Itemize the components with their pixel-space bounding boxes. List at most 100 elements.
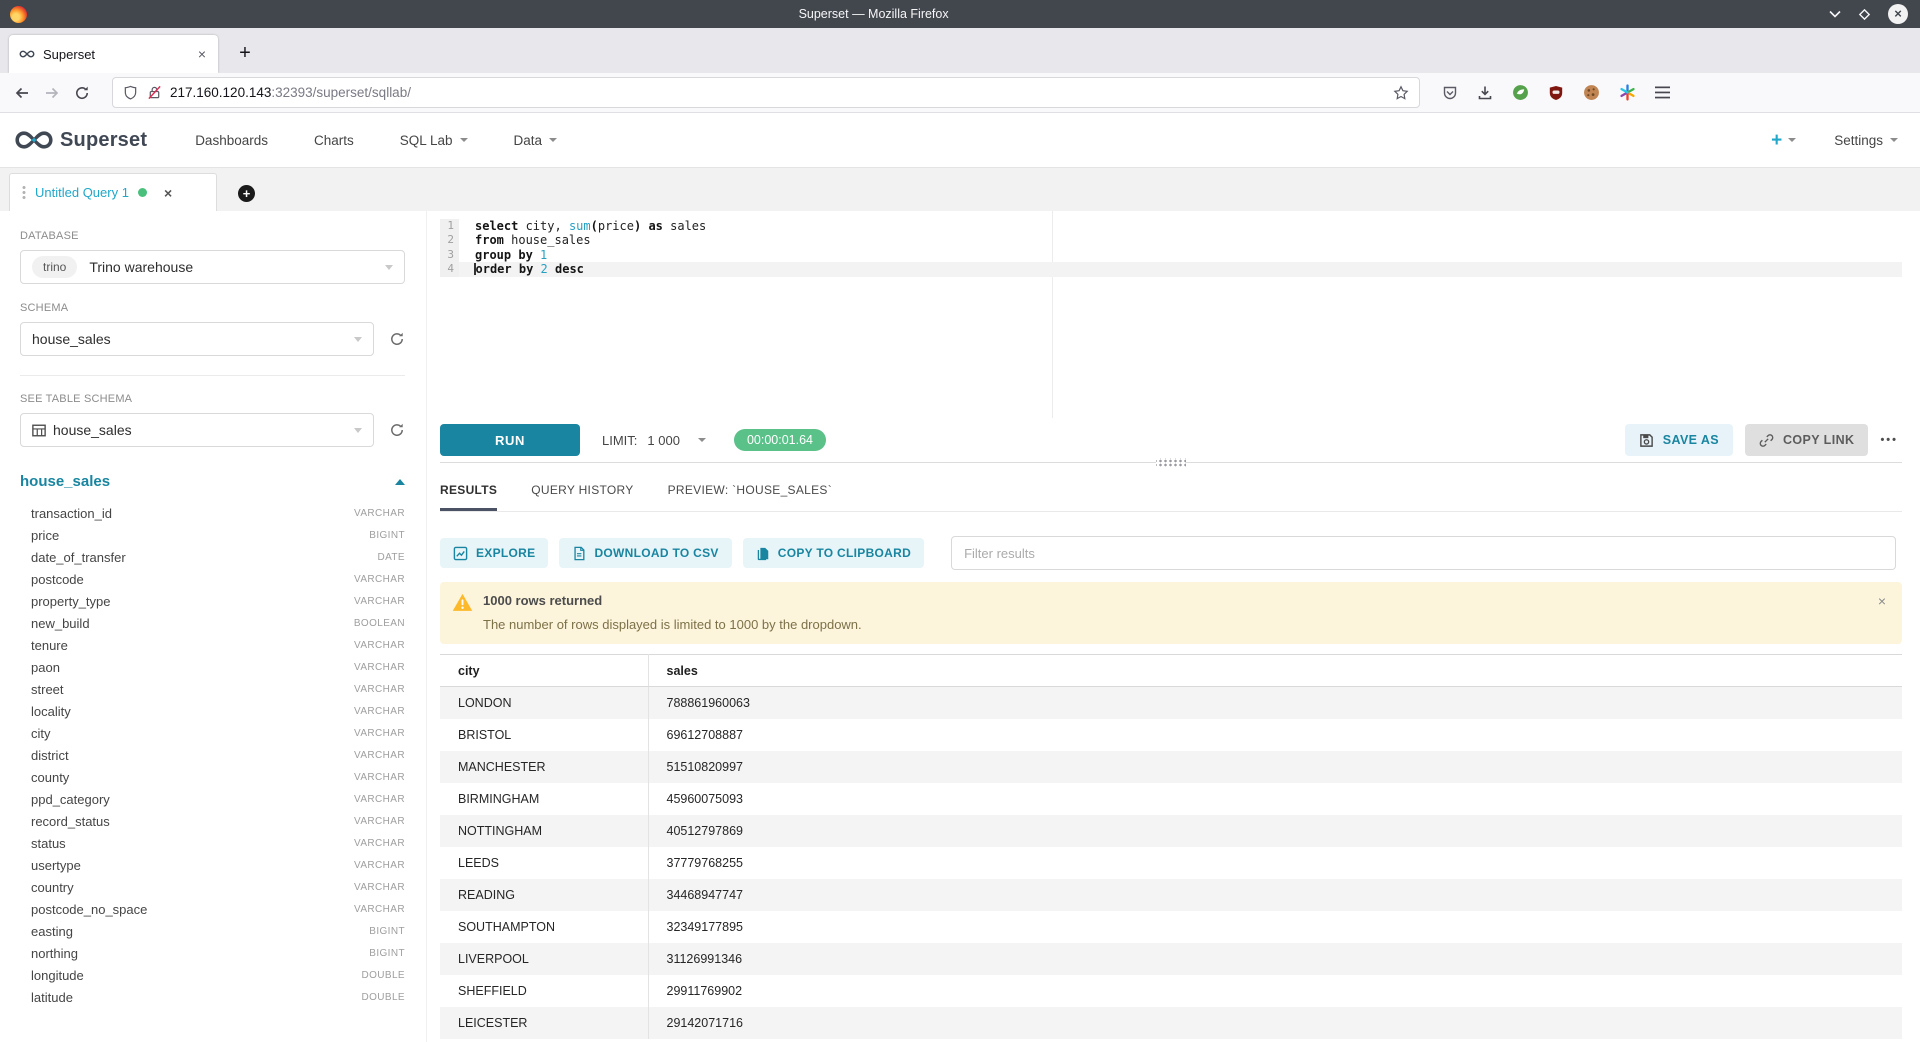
- column-row[interactable]: latitudeDOUBLE: [20, 986, 405, 1008]
- column-type: VARCHAR: [354, 706, 405, 717]
- column-row[interactable]: usertypeVARCHAR: [20, 854, 405, 876]
- column-row[interactable]: priceBIGINT: [20, 524, 405, 546]
- column-row[interactable]: statusVARCHAR: [20, 832, 405, 854]
- downloads-icon[interactable]: [1477, 85, 1493, 101]
- pane-resize-handle-icon[interactable]: [1156, 458, 1186, 467]
- code-text: order by 2 desc: [459, 262, 1902, 276]
- button-explore[interactable]: EXPLORE: [440, 538, 548, 568]
- navbar-item-dashboards[interactable]: Dashboards: [195, 133, 268, 148]
- maximize-icon[interactable]: [1858, 8, 1871, 21]
- column-row[interactable]: transaction_idVARCHAR: [20, 502, 405, 524]
- column-row[interactable]: countryVARCHAR: [20, 876, 405, 898]
- column-type: BIGINT: [369, 530, 405, 541]
- forward-icon[interactable]: [44, 85, 60, 101]
- new-tab-button[interactable]: +: [232, 40, 258, 66]
- menu-hamburger-icon[interactable]: [1655, 86, 1670, 99]
- drag-handle-icon[interactable]: [22, 185, 26, 200]
- browser-tab-superset[interactable]: Superset ×: [9, 35, 218, 73]
- navbar-menu: Dashboards Charts SQL Lab Data: [195, 133, 557, 148]
- refresh-table-icon[interactable]: [389, 422, 405, 438]
- extension-pinwheel-icon[interactable]: [1619, 84, 1636, 101]
- back-icon[interactable]: [14, 85, 30, 101]
- settings-label: Settings: [1834, 133, 1883, 148]
- column-row[interactable]: cityVARCHAR: [20, 722, 405, 744]
- query-tab-active[interactable]: Untitled Query 1 ×: [9, 173, 217, 211]
- column-row[interactable]: northingBIGINT: [20, 942, 405, 964]
- close-window-icon[interactable]: ×: [1888, 4, 1908, 24]
- navbar-item-label: Dashboards: [195, 133, 268, 148]
- url-bar[interactable]: 217.160.120.143:32393/superset/sqllab/: [112, 77, 1420, 108]
- schema-select[interactable]: house_sales: [20, 322, 374, 356]
- column-type: VARCHAR: [354, 750, 405, 761]
- button-download-to-csv[interactable]: DOWNLOAD TO CSV: [559, 538, 731, 568]
- code-line[interactable]: 1select city, sum(price) as sales: [440, 219, 1902, 233]
- limit-dropdown[interactable]: LIMIT: 1 000: [602, 433, 706, 448]
- more-options-icon[interactable]: •••: [1880, 434, 1898, 446]
- column-row[interactable]: eastingBIGINT: [20, 920, 405, 942]
- column-row[interactable]: property_typeVARCHAR: [20, 590, 405, 612]
- column-row[interactable]: postcode_no_spaceVARCHAR: [20, 898, 405, 920]
- save-as-button[interactable]: SAVE AS: [1625, 424, 1733, 456]
- refresh-schema-icon[interactable]: [389, 331, 405, 347]
- clipboard-icon: [756, 546, 770, 561]
- column-row[interactable]: ppd_categoryVARCHAR: [20, 788, 405, 810]
- navbar-item-sql-lab[interactable]: SQL Lab: [400, 133, 468, 148]
- table-row: LEEDS37779768255: [440, 847, 1902, 879]
- code-line[interactable]: 4order by 2 desc: [440, 262, 1902, 276]
- settings-menu[interactable]: Settings: [1834, 133, 1898, 148]
- table-icon: [32, 424, 46, 437]
- column-row[interactable]: streetVARCHAR: [20, 678, 405, 700]
- tab-query-history[interactable]: QUERY HISTORY: [531, 483, 633, 511]
- superset-logo[interactable]: Superset: [14, 128, 147, 152]
- pocket-icon[interactable]: [1442, 85, 1458, 101]
- column-name: property_type: [31, 594, 111, 609]
- sql-editor[interactable]: 1select city, sum(price) as sales2from h…: [440, 211, 1902, 418]
- bookmark-star-icon[interactable]: [1393, 85, 1409, 101]
- results-column-header-sales[interactable]: sales: [648, 655, 1902, 687]
- infinity-logo-icon: [14, 128, 54, 152]
- table-section-header[interactable]: house_sales: [20, 473, 405, 490]
- extension-cookie-icon[interactable]: [1583, 84, 1600, 101]
- new-item-menu[interactable]: +: [1771, 131, 1796, 150]
- code-line[interactable]: 3group by 1: [440, 248, 1902, 262]
- column-row[interactable]: record_statusVARCHAR: [20, 810, 405, 832]
- extension-privacy-icon[interactable]: [1512, 84, 1529, 101]
- column-row[interactable]: districtVARCHAR: [20, 744, 405, 766]
- add-query-tab-button[interactable]: +: [238, 185, 255, 202]
- extension-ublock-icon[interactable]: [1548, 85, 1564, 101]
- sql-editor-lines: 1select city, sum(price) as sales2from h…: [440, 219, 1902, 277]
- column-row[interactable]: countyVARCHAR: [20, 766, 405, 788]
- minimize-icon[interactable]: [1829, 10, 1841, 18]
- navbar-item-label: Charts: [314, 133, 354, 148]
- shield-icon[interactable]: [123, 85, 138, 100]
- column-row[interactable]: localityVARCHAR: [20, 700, 405, 722]
- column-row[interactable]: tenureVARCHAR: [20, 634, 405, 656]
- tab-title: Superset: [43, 47, 196, 62]
- lock-insecure-icon[interactable]: [147, 85, 162, 100]
- results-column-header-city[interactable]: city: [440, 655, 648, 687]
- button-copy-to-clipboard[interactable]: COPY TO CLIPBOARD: [743, 538, 924, 568]
- action-buttons: EXPLORE DOWNLOAD TO CSV COPY TO CLIPBOARD: [440, 538, 924, 568]
- copy-link-button[interactable]: COPY LINK: [1745, 424, 1868, 456]
- table-row: MANCHESTER51510820997: [440, 751, 1902, 783]
- tab-results[interactable]: RESULTS: [440, 483, 497, 511]
- column-row[interactable]: postcodeVARCHAR: [20, 568, 405, 590]
- chevron-up-icon[interactable]: [395, 479, 405, 485]
- database-select[interactable]: trino Trino warehouse: [20, 250, 405, 284]
- code-line[interactable]: 2from house_sales: [440, 233, 1902, 247]
- column-row[interactable]: longitudeDOUBLE: [20, 964, 405, 986]
- query-tab-title: Untitled Query 1: [35, 185, 129, 200]
- tab-close-icon[interactable]: ×: [196, 46, 208, 62]
- column-row[interactable]: date_of_transferDATE: [20, 546, 405, 568]
- navbar-item-charts[interactable]: Charts: [314, 133, 354, 148]
- table-schema-select[interactable]: house_sales: [20, 413, 374, 447]
- filter-results-input[interactable]: [951, 536, 1896, 570]
- alert-close-icon[interactable]: ×: [1878, 593, 1886, 609]
- run-button[interactable]: RUN: [440, 424, 580, 456]
- column-row[interactable]: new_buildBOOLEAN: [20, 612, 405, 634]
- reload-icon[interactable]: [74, 85, 90, 101]
- tab-preview[interactable]: PREVIEW: `HOUSE_SALES`: [668, 483, 832, 511]
- query-tab-close-icon[interactable]: ×: [164, 185, 172, 201]
- column-row[interactable]: paonVARCHAR: [20, 656, 405, 678]
- navbar-item-data[interactable]: Data: [514, 133, 558, 148]
